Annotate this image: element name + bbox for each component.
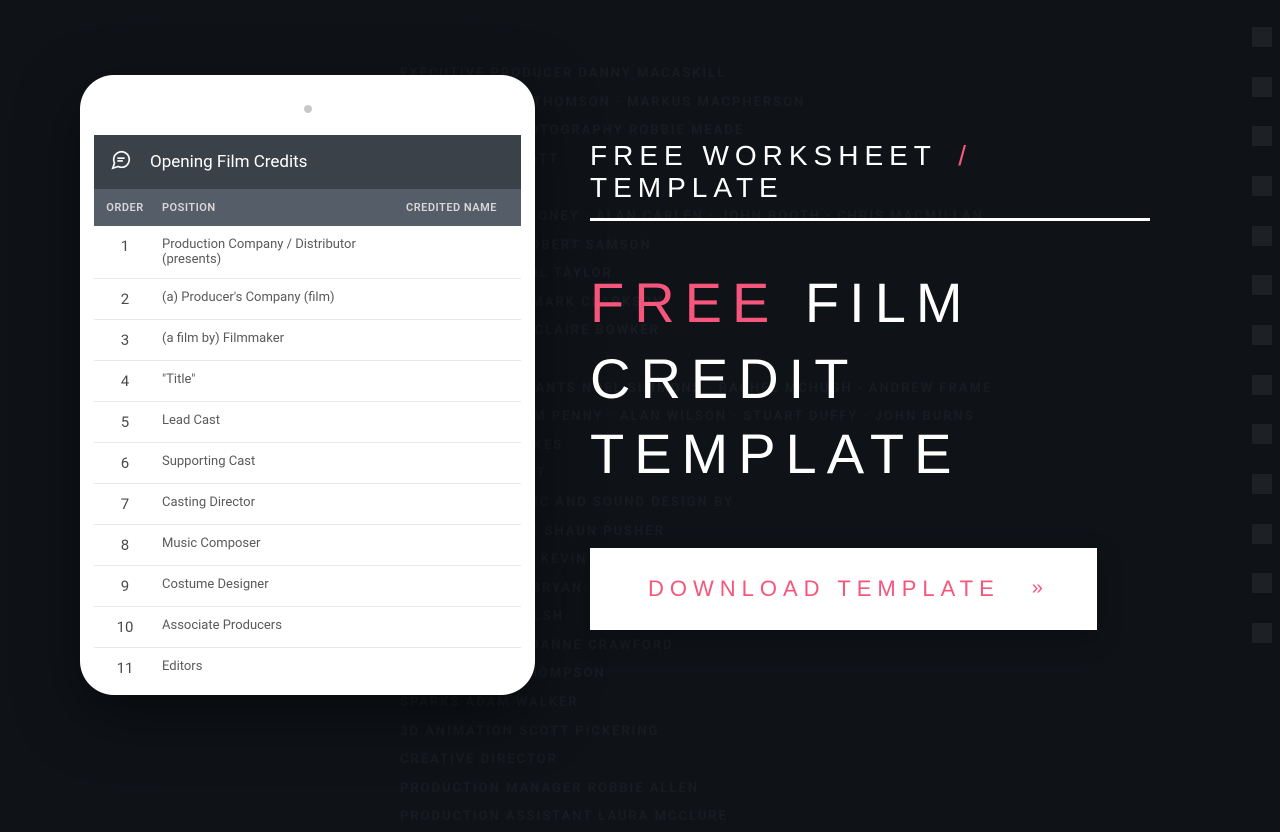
film-strip-decoration <box>1244 0 1280 670</box>
eyebrow-slash: / <box>958 140 972 171</box>
cell-order: 8 <box>94 536 156 554</box>
table-row: 9Costume Designer <box>94 566 521 607</box>
cell-position: Editors <box>156 659 406 677</box>
cell-order: 10 <box>94 618 156 636</box>
header-credited-name: CREDITED NAME <box>406 201 521 214</box>
table-row: 2(a) Producer's Company (film) <box>94 279 521 320</box>
cta-label: Download Template <box>648 576 1000 602</box>
tablet-camera-dot <box>304 105 312 113</box>
table-header-bar: Opening Film Credits <box>94 135 521 189</box>
cell-credited-name <box>406 331 521 349</box>
hero-content: Free Worksheet / Template Free Film Cred… <box>590 140 1150 630</box>
headline: Free Film Credit Template <box>590 265 1150 492</box>
headline-line2: Template <box>590 422 961 485</box>
cell-order: 3 <box>94 331 156 349</box>
table-row: 3(a film by) Filmmaker <box>94 320 521 361</box>
cell-order: 7 <box>94 495 156 513</box>
tablet-mockup: Opening Film Credits ORDER POSITION CRED… <box>80 75 535 695</box>
eyebrow-pre: Free Worksheet <box>590 140 936 171</box>
header-position: POSITION <box>156 201 406 214</box>
cell-credited-name <box>406 495 521 513</box>
tablet-screen: Opening Film Credits ORDER POSITION CRED… <box>94 135 521 681</box>
cell-position: Production Company / Distributor (presen… <box>156 237 406 267</box>
cell-order: 6 <box>94 454 156 472</box>
chevron-right-icon: » <box>1032 577 1039 600</box>
cell-order: 4 <box>94 372 156 390</box>
download-template-button[interactable]: Download Template » <box>590 548 1097 630</box>
table-title: Opening Film Credits <box>150 152 307 172</box>
cell-order: 5 <box>94 413 156 431</box>
cell-credited-name <box>406 454 521 472</box>
cell-credited-name <box>406 372 521 390</box>
cell-order: 1 <box>94 237 156 267</box>
cell-credited-name <box>406 290 521 308</box>
cell-position: (a film by) Filmmaker <box>156 331 406 349</box>
headline-accent: Free <box>590 271 779 334</box>
table-body: 1Production Company / Distributor (prese… <box>94 226 521 681</box>
cell-credited-name <box>406 618 521 636</box>
table-row: 4"Title" <box>94 361 521 402</box>
cell-order: 11 <box>94 659 156 677</box>
cell-credited-name <box>406 237 521 267</box>
table-row: 6Supporting Cast <box>94 443 521 484</box>
cell-credited-name <box>406 536 521 554</box>
table-row: 10Associate Producers <box>94 607 521 648</box>
table-row: 1Production Company / Distributor (prese… <box>94 226 521 279</box>
table-row: 8Music Composer <box>94 525 521 566</box>
table-row: 5Lead Cast <box>94 402 521 443</box>
cell-position: Lead Cast <box>156 413 406 431</box>
cell-credited-name <box>406 413 521 431</box>
eyebrow-text: Free Worksheet / Template <box>590 140 1150 221</box>
cell-credited-name <box>406 659 521 677</box>
header-order: ORDER <box>94 201 156 214</box>
table-column-headers: ORDER POSITION CREDITED NAME <box>94 189 521 226</box>
chat-icon <box>110 149 132 175</box>
cell-credited-name <box>406 577 521 595</box>
cell-position: "Title" <box>156 372 406 390</box>
eyebrow-post: Template <box>590 172 784 203</box>
cell-position: Costume Designer <box>156 577 406 595</box>
cell-position: Casting Director <box>156 495 406 513</box>
cell-order: 9 <box>94 577 156 595</box>
cell-position: Supporting Cast <box>156 454 406 472</box>
table-row: 11Editors <box>94 648 521 681</box>
cell-position: (a) Producer's Company (film) <box>156 290 406 308</box>
table-row: 7Casting Director <box>94 484 521 525</box>
cell-order: 2 <box>94 290 156 308</box>
cell-position: Associate Producers <box>156 618 406 636</box>
cell-position: Music Composer <box>156 536 406 554</box>
